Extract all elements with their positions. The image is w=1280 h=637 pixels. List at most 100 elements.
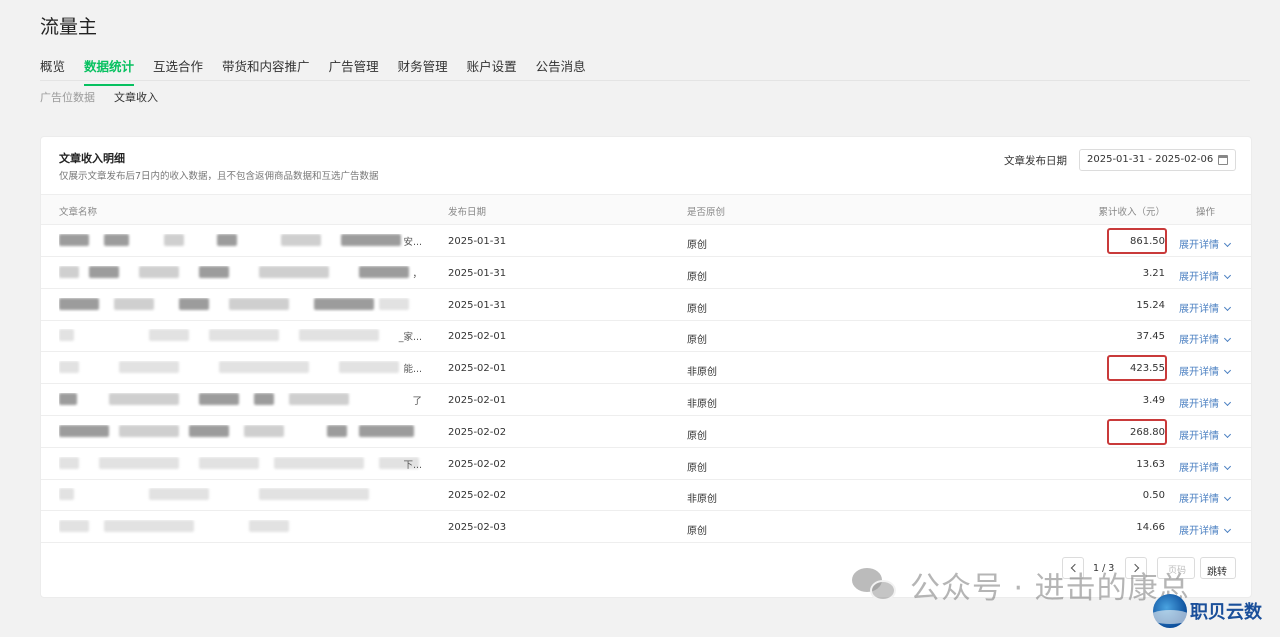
redaction-blur xyxy=(219,361,309,374)
expand-details-link[interactable]: 展开详情 xyxy=(1179,459,1232,474)
table-row: ， 2025-01-31 原创 3.21 展开详情 xyxy=(41,257,1251,289)
redaction-blur xyxy=(59,456,79,469)
redaction-blur xyxy=(99,456,179,469)
date-range-value: 2025-01-31 - 2025-02-06 xyxy=(1087,154,1214,165)
table-row: 了 2025-02-01 非原创 3.49 展开详情 xyxy=(41,384,1251,416)
date-range-picker[interactable]: 2025-01-31 - 2025-02-06 xyxy=(1079,149,1236,171)
expand-details-link[interactable]: 展开详情 xyxy=(1179,395,1232,410)
expand-details-link[interactable]: 展开详情 xyxy=(1179,363,1232,378)
globe-logo-icon xyxy=(1153,594,1187,628)
redaction-blur xyxy=(59,424,109,437)
cumulative-income: 3.21 xyxy=(1142,267,1165,279)
redaction-blur xyxy=(379,297,409,310)
chevron-down-icon xyxy=(1223,526,1232,534)
original-status: 原创 xyxy=(687,303,707,315)
publish-date: 2025-02-02 xyxy=(448,426,507,438)
chevron-down-icon xyxy=(1223,367,1232,375)
main-nav: 概览 数据统计 互选合作 带货和内容推广 广告管理 财务管理 账户设置 公告消息 xyxy=(40,56,605,86)
redaction-blur xyxy=(281,234,321,246)
table-header: 文章名称 发布日期 是否原创 累计收入（元） 操作 xyxy=(41,194,1251,225)
tab-finance[interactable]: 财务管理 xyxy=(398,56,448,86)
expand-details-link[interactable]: 展开详情 xyxy=(1179,427,1232,442)
article-name-redacted xyxy=(59,488,422,502)
expand-details-link[interactable]: 展开详情 xyxy=(1179,331,1232,346)
redaction-blur xyxy=(149,488,209,501)
expand-details-link[interactable]: 展开详情 xyxy=(1179,268,1232,283)
redaction-blur xyxy=(244,424,284,437)
original-status: 原创 xyxy=(687,335,707,347)
publish-date: 2025-01-31 xyxy=(448,236,507,247)
table-row: 能... 2025-02-01 非原创 423.55 展开详情 xyxy=(41,352,1251,385)
card-subtitle: 仅展示文章发布后7日内的收入数据，且不包含返佣商品数据和互选广告数据 xyxy=(59,171,379,182)
publish-date: 2025-02-01 xyxy=(448,363,507,375)
calendar-icon xyxy=(1218,155,1228,165)
redaction-blur xyxy=(199,456,259,469)
table-row: 安... 2025-01-31 原创 861.50 展开详情 xyxy=(41,225,1251,257)
redaction-blur xyxy=(229,297,289,310)
redaction-blur xyxy=(59,265,79,278)
original-status: 原创 xyxy=(687,526,707,538)
chevron-down-icon xyxy=(1223,271,1232,279)
nav-divider xyxy=(40,80,1250,81)
expand-details-link[interactable]: 展开详情 xyxy=(1179,300,1232,315)
redaction-blur xyxy=(341,234,401,246)
tab-ad-management[interactable]: 广告管理 xyxy=(329,56,379,86)
original-status: 原创 xyxy=(687,271,707,283)
expand-details-link[interactable]: 展开详情 xyxy=(1179,490,1232,505)
redaction-blur xyxy=(209,329,279,342)
tab-account-settings[interactable]: 账户设置 xyxy=(467,56,517,86)
redaction-blur xyxy=(89,265,119,278)
chevron-down-icon xyxy=(1223,239,1232,248)
tab-mutual-selection[interactable]: 互选合作 xyxy=(153,56,203,86)
header-income: 累计收入（元） xyxy=(1098,207,1165,218)
app-title: 流量主 xyxy=(40,16,98,38)
redaction-blur xyxy=(179,297,209,310)
header-operation: 操作 xyxy=(1196,207,1216,218)
cumulative-income: 0.50 xyxy=(1142,490,1165,502)
chevron-down-icon xyxy=(1223,462,1232,470)
redaction-blur xyxy=(289,393,349,405)
tab-announcements[interactable]: 公告消息 xyxy=(536,56,586,86)
brand-logo: 职贝云数 xyxy=(1153,594,1262,628)
article-name-tail: _家... xyxy=(398,332,422,344)
redaction-blur xyxy=(59,488,74,501)
article-name-tail: 能... xyxy=(403,364,422,376)
article-name-redacted: 下... xyxy=(59,456,422,471)
jump-button[interactable]: 跳转 xyxy=(1200,557,1236,579)
article-name-tail: ， xyxy=(412,268,422,280)
table-row: 2025-02-02 原创 268.80 展开详情 xyxy=(41,416,1251,448)
redaction-blur xyxy=(59,361,79,374)
article-name-redacted: 能... xyxy=(59,361,422,375)
publish-date: 2025-02-01 xyxy=(448,331,507,343)
article-name-redacted: 安... xyxy=(59,234,422,248)
chevron-down-icon xyxy=(1223,494,1232,502)
date-filter-label: 文章发布日期 xyxy=(1004,155,1067,167)
tab-overview[interactable]: 概览 xyxy=(40,56,65,86)
chevron-down-icon xyxy=(1223,335,1232,343)
subtab-ad-slot-data[interactable]: 广告位数据 xyxy=(40,89,95,105)
header-article-name: 文章名称 xyxy=(59,207,98,218)
expand-details-link[interactable]: 展开详情 xyxy=(1179,236,1232,251)
redaction-blur xyxy=(104,520,194,533)
tab-commerce-promotion[interactable]: 带货和内容推广 xyxy=(222,56,310,86)
redaction-blur xyxy=(327,424,347,437)
publish-date: 2025-02-03 xyxy=(448,522,507,534)
original-status: 原创 xyxy=(687,240,707,251)
redaction-blur xyxy=(359,424,414,437)
original-status: 非原创 xyxy=(687,494,717,506)
redaction-blur xyxy=(199,393,239,405)
redaction-blur xyxy=(259,488,369,501)
redaction-blur xyxy=(254,393,274,405)
original-status: 非原创 xyxy=(687,367,717,379)
redaction-blur xyxy=(59,329,74,342)
article-name-redacted: _家... xyxy=(59,329,422,343)
redaction-blur xyxy=(139,265,179,278)
redaction-blur xyxy=(59,393,77,405)
table-row: 下... 2025-02-02 原创 13.63 展开详情 xyxy=(41,448,1251,480)
expand-details-link[interactable]: 展开详情 xyxy=(1179,522,1232,537)
tab-data-stats[interactable]: 数据统计 xyxy=(84,56,135,86)
subtab-article-income[interactable]: 文章收入 xyxy=(114,89,158,105)
card-title: 文章收入明细 xyxy=(59,152,125,165)
brand-text: 职贝云数 xyxy=(1190,602,1262,623)
publish-date: 2025-02-02 xyxy=(448,458,507,470)
